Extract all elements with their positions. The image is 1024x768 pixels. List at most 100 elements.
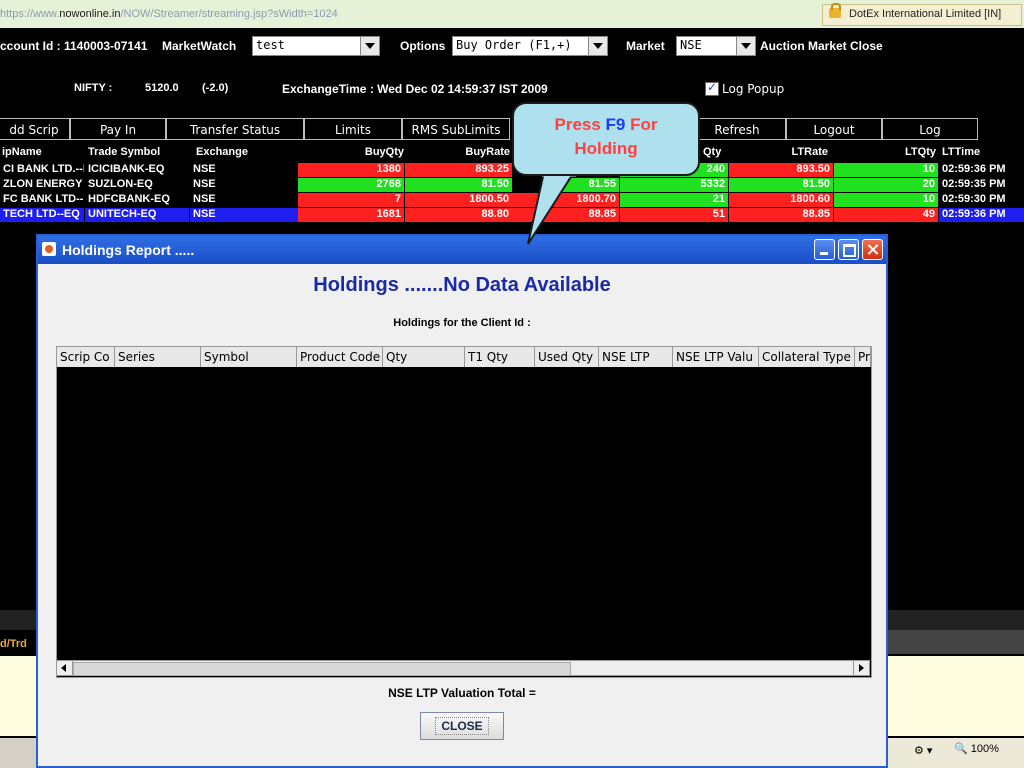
col-nse-ltp[interactable]: NSE LTP [599, 347, 673, 367]
row-trade-symbol[interactable]: ICICIBANK-EQ [85, 163, 189, 177]
row-buy-rate[interactable]: 1800.50 [405, 193, 512, 207]
col-symbol[interactable]: Symbol [201, 347, 297, 367]
row-exchange[interactable]: NSE [190, 178, 298, 192]
col-lt-rate[interactable]: LTRate [736, 146, 828, 161]
scrollbar-thumb[interactable] [73, 662, 571, 676]
row-lt-qty[interactable]: 49 [834, 208, 938, 222]
url-prefix: https://www. [0, 8, 60, 20]
row-lt-qty[interactable]: 10 [834, 163, 938, 177]
row-exchange[interactable]: NSE [190, 208, 298, 222]
callout-key: F9 [605, 115, 626, 134]
row-trade-symbol[interactable]: UNITECH-EQ [85, 208, 189, 222]
holdings-grid[interactable]: Scrip Co Series Symbol Product Code Qty … [56, 346, 872, 678]
order-trade-tab[interactable]: d/Trd [0, 634, 36, 654]
col-scrip-code[interactable]: Scrip Co [57, 347, 115, 367]
col-t1-qty[interactable]: T1 Qty [465, 347, 535, 367]
col-buy-rate[interactable]: BuyRate [410, 146, 510, 161]
dialog-titlebar[interactable]: Holdings Report ..... [38, 236, 886, 264]
transfer-status-button[interactable]: Transfer Status [166, 118, 304, 140]
url-domain: nowonline.in [59, 8, 121, 20]
address-bar[interactable]: https://www.nowonline.in/NOW/Streamer/st… [0, 0, 1024, 29]
row-buy-rate[interactable]: 893.25 [405, 163, 512, 177]
row-lt-rate[interactable]: 88.85 [729, 208, 833, 222]
options-label: Options [400, 39, 446, 53]
close-button[interactable]: CLOSE [420, 712, 504, 740]
log-button[interactable]: Log [882, 118, 978, 140]
pay-in-button[interactable]: Pay In [70, 118, 166, 140]
marketwatch-value: test [256, 38, 285, 52]
col-product-code[interactable]: Product Code [297, 347, 383, 367]
scroll-left-icon[interactable] [57, 661, 73, 675]
row-trade-symbol[interactable]: SUZLON-EQ [85, 178, 189, 192]
options-value: Buy Order (F1,+) [456, 38, 572, 52]
row-exchange[interactable]: NSE [190, 193, 298, 207]
row-sell-qty[interactable]: 5332 [620, 178, 728, 192]
chevron-down-icon[interactable] [588, 37, 607, 55]
options-select[interactable]: Buy Order (F1,+) [452, 36, 608, 56]
col-qty[interactable]: Qty [383, 347, 465, 367]
row-lt-rate[interactable]: 1800.60 [729, 193, 833, 207]
nifty-value: 5120.0 [145, 82, 179, 94]
logout-button[interactable]: Logout [786, 118, 882, 140]
market-select[interactable]: NSE [676, 36, 756, 56]
row-buy-qty[interactable]: 7 [298, 193, 404, 207]
row-lt-time[interactable]: 02:59:35 PM [939, 178, 1024, 192]
col-collateral-type[interactable]: Collateral Type [759, 347, 855, 367]
rms-sublimits-button[interactable]: RMS SubLimits [402, 118, 510, 140]
row-lt-time[interactable]: 02:59:36 PM [939, 163, 1024, 177]
col-series[interactable]: Series [115, 347, 201, 367]
row-lt-rate[interactable]: 81.50 [729, 178, 833, 192]
row-lt-rate[interactable]: 893.50 [729, 163, 833, 177]
row-lt-time[interactable]: 02:59:30 PM [939, 193, 1024, 207]
row-lt-qty[interactable]: 10 [834, 193, 938, 207]
col-scrip-name[interactable]: ipName [2, 146, 82, 161]
refresh-button[interactable]: Refresh [688, 118, 786, 140]
row-buy-qty[interactable]: 1681 [298, 208, 404, 222]
row-buy-qty[interactable]: 2768 [298, 178, 404, 192]
valuation-total: NSE LTP Valuation Total = [388, 686, 536, 700]
horizontal-scrollbar[interactable] [56, 660, 870, 676]
limits-button[interactable]: Limits [304, 118, 402, 140]
row-buy-qty[interactable]: 1380 [298, 163, 404, 177]
cert-label: DotEx International Limited [IN] [849, 8, 1002, 20]
row-buy-rate[interactable]: 81.50 [405, 178, 512, 192]
row-scrip-name[interactable]: CI BANK LTD.--E [0, 163, 84, 177]
log-popup-checkbox[interactable] [705, 80, 719, 96]
col-lt-qty[interactable]: LTQty [840, 146, 936, 161]
row-sell-qty[interactable]: 51 [620, 208, 728, 222]
callout-line-1: Press F9 For [514, 115, 698, 135]
window-close-button[interactable] [862, 239, 883, 260]
maximize-button[interactable] [838, 239, 859, 260]
chevron-down-icon[interactable] [736, 37, 755, 55]
col-nse-ltp-value[interactable]: NSE LTP Valu [673, 347, 759, 367]
col-lt-time[interactable]: LTTime [942, 146, 1022, 161]
minimize-button[interactable] [814, 239, 835, 260]
status-bar [0, 738, 36, 768]
certificate-indicator[interactable]: DotEx International Limited [IN] [822, 3, 1022, 26]
zoom-level[interactable]: 🔍 100% [954, 742, 999, 755]
row-scrip-name[interactable]: TECH LTD--EQ [0, 208, 84, 222]
chevron-down-icon[interactable] [360, 37, 379, 55]
callout-press: Press [554, 115, 601, 134]
row-buy-rate[interactable]: 88.80 [405, 208, 512, 222]
col-sell-qty[interactable]: Qty [703, 146, 727, 161]
row-trade-symbol[interactable]: HDFCBANK-EQ [85, 193, 189, 207]
col-exchange[interactable]: Exchange [196, 146, 292, 161]
scroll-right-icon[interactable] [853, 661, 869, 675]
holdings-report-dialog: Holdings Report ..... Holdings .......No… [36, 234, 888, 768]
add-scrip-button[interactable]: dd Scrip [0, 118, 70, 140]
auction-status: Auction Market Close [760, 39, 883, 53]
row-lt-time[interactable]: 02:59:36 PM [939, 208, 1024, 222]
marketwatch-select[interactable]: test [252, 36, 380, 56]
row-sell-qty[interactable]: 21 [620, 193, 728, 207]
col-buy-qty[interactable]: BuyQty [300, 146, 404, 161]
security-zone-icon[interactable]: ⚙ ▾ [914, 744, 932, 757]
row-lt-qty[interactable]: 20 [834, 178, 938, 192]
col-used-qty[interactable]: Used Qty [535, 347, 599, 367]
url-text[interactable]: https://www.nowonline.in/NOW/Streamer/st… [0, 8, 338, 20]
col-trade-symbol[interactable]: Trade Symbol [88, 146, 188, 161]
row-scrip-name[interactable]: FC BANK LTD--E [0, 193, 84, 207]
row-exchange[interactable]: NSE [190, 163, 298, 177]
row-scrip-name[interactable]: ZLON ENERGY L [0, 178, 84, 192]
col-pr[interactable]: Pr [855, 347, 871, 367]
